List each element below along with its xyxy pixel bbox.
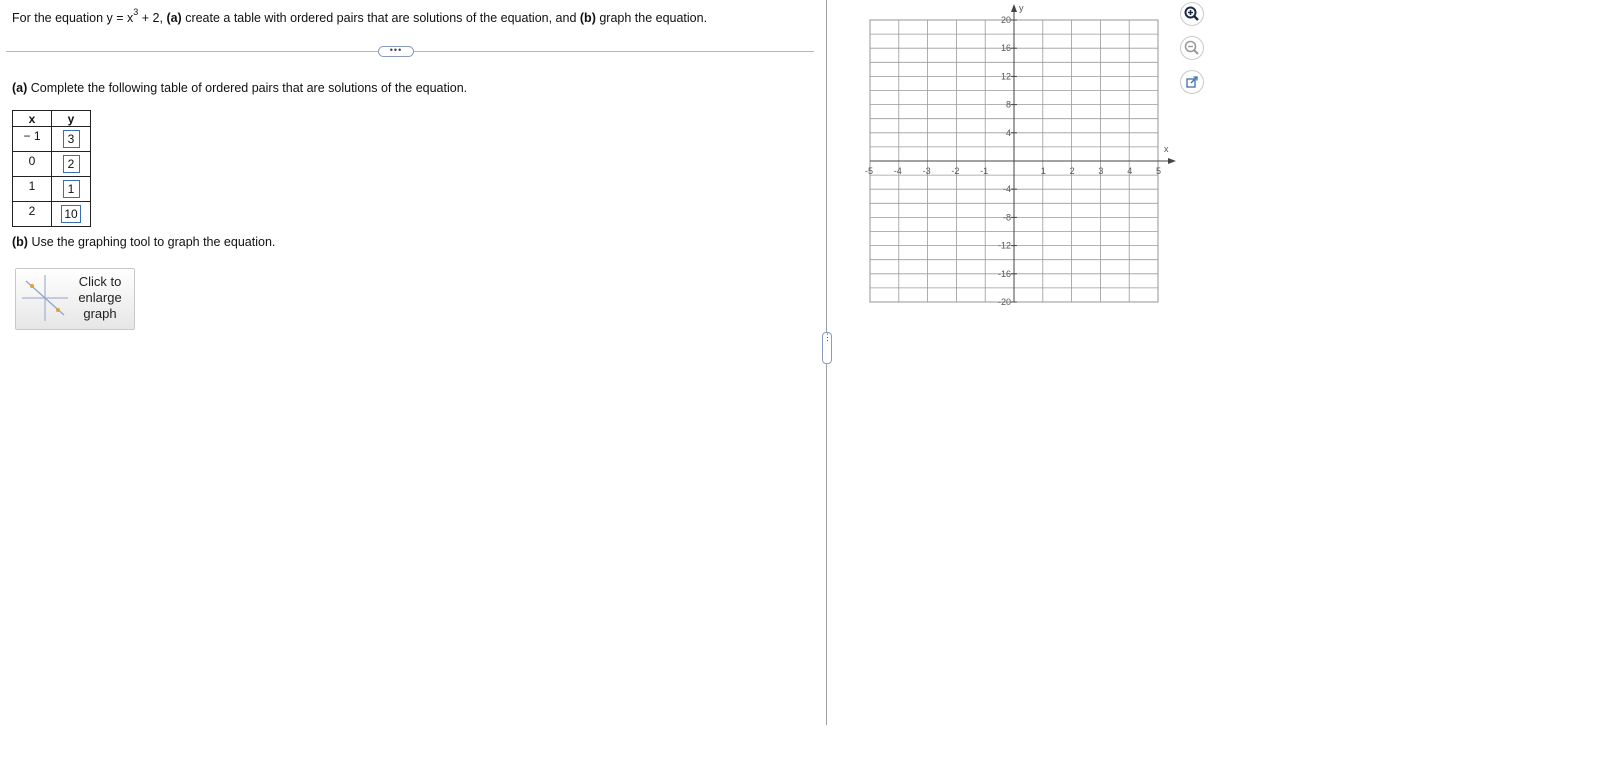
question-pane: For the equation y = x3 + 2, (a) create …: [0, 0, 832, 783]
part-b-tag: (b): [12, 235, 28, 249]
question-text: For the equation y = x3 + 2, (a) create …: [12, 6, 707, 26]
x-tick-label: 1: [1041, 166, 1046, 176]
column-header-y: y: [51, 110, 91, 127]
y-tick-label: -12: [998, 241, 1011, 251]
column-header-x: x: [12, 110, 52, 127]
y-tick-label: -4: [1003, 184, 1011, 194]
y-value-cell: 2: [51, 151, 91, 177]
part-a-instructions: (a) Complete the following table of orde…: [12, 81, 467, 95]
table-row: 2 10: [12, 201, 91, 227]
x-tick-label: 4: [1127, 166, 1132, 176]
x-tick-label: -4: [894, 166, 902, 176]
x-tick-label: -5: [865, 166, 873, 176]
y-answer-field[interactable]: 2: [62, 155, 80, 173]
enlarge-label-line: Click to: [78, 274, 122, 289]
splitter-handle[interactable]: ⋮: [822, 332, 832, 364]
y-tick-label: -8: [1003, 212, 1011, 222]
enlarge-label-line: enlarge: [78, 290, 122, 305]
zoom-in-icon: [1184, 6, 1199, 21]
equation-exponent: 3: [133, 7, 139, 17]
x-tick-label: -2: [951, 166, 959, 176]
graph-thumbnail-icon: [22, 275, 68, 321]
y-tick-label: 20: [1001, 15, 1011, 25]
equation-suffix: + 2,: [138, 11, 167, 26]
y-axis-arrow: [1011, 4, 1017, 12]
equation-prefix: For the equation y = x: [12, 11, 134, 26]
x-tick-label: 3: [1098, 166, 1103, 176]
y-tick-label: -20: [998, 297, 1011, 307]
y-tick-label: 8: [1006, 100, 1011, 110]
y-tick-label: 4: [1006, 128, 1011, 138]
part-b-text: Use the graphing tool to graph the equat…: [27, 235, 276, 249]
table-row: 0 2: [12, 151, 91, 177]
external-link-icon: [1186, 76, 1198, 88]
part-b-instructions: (b) Use the graphing tool to graph the e…: [12, 235, 275, 249]
y-answer-field[interactable]: 3: [62, 130, 80, 148]
ordered-pairs-table: x y − 1 3 0 2 1 1 2 10: [12, 110, 91, 227]
enlarge-graph-button[interactable]: Click to enlarge graph: [15, 268, 135, 330]
enlarge-label-line: graph: [83, 306, 117, 321]
x-tick-label: 5: [1156, 166, 1161, 176]
more-options-button[interactable]: •••: [378, 46, 414, 57]
enlarge-graph-label: Click to enlarge graph: [72, 274, 128, 322]
y-tick-label: 16: [1001, 43, 1011, 53]
part-a-tag: (a): [12, 81, 28, 95]
zoom-out-icon: [1184, 40, 1199, 55]
x-axis-arrow: [1168, 158, 1176, 164]
y-tick-label: 12: [1001, 71, 1011, 81]
x-value-cell: − 1: [12, 126, 52, 152]
x-tick-label: 2: [1070, 166, 1075, 176]
part-a-text: Complete the following table of ordered …: [27, 81, 468, 95]
zoom-out-button[interactable]: [1180, 36, 1204, 60]
question-part-a-tag: (a): [166, 11, 182, 26]
coordinate-graph[interactable]: xy -5 -4 -3 -2 -1 1 2 3 4 520161284-4-8-12-16-20: [865, 0, 1185, 320]
y-value-cell: 3: [51, 126, 91, 152]
y-value-cell: 10: [51, 201, 91, 227]
x-value-cell: 0: [12, 151, 52, 177]
y-answer-field[interactable]: 10: [61, 205, 81, 223]
x-value-cell: 1: [12, 176, 52, 202]
question-part-b-tag: (b): [579, 11, 596, 26]
x-value-cell: 2: [12, 201, 52, 227]
y-value-cell: 1: [51, 176, 91, 202]
x-tick-label: -3: [923, 166, 931, 176]
y-tick-label: -16: [998, 269, 1011, 279]
zoom-in-button[interactable]: [1180, 2, 1204, 26]
x-axis-label: x: [1164, 144, 1169, 154]
y-answer-field[interactable]: 1: [62, 180, 80, 198]
table-row: 1 1: [12, 176, 91, 202]
question-part-a-text: create a table with ordered pairs that a…: [181, 11, 580, 26]
table-row: − 1 3: [12, 126, 91, 152]
y-axis-label: y: [1019, 3, 1024, 13]
question-part-b-text: graph the equation.: [595, 11, 708, 26]
x-tick-label: -1: [980, 166, 988, 176]
open-external-button[interactable]: [1180, 70, 1204, 94]
